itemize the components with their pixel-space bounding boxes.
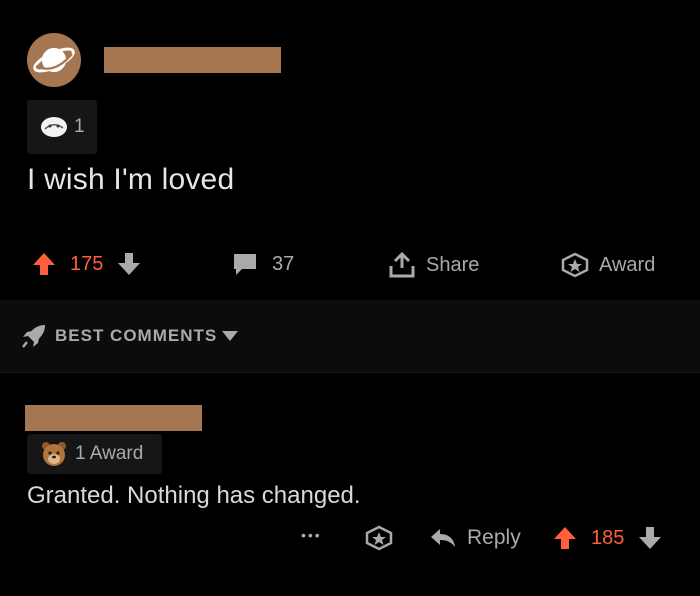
award-label: Award [599, 253, 656, 276]
reply-label: Reply [467, 526, 521, 549]
comment-bubble-icon [234, 254, 256, 275]
share-button[interactable]: Share [388, 252, 479, 278]
bear-award-icon [42, 442, 66, 466]
sort-label: BEST COMMENTS [55, 326, 218, 345]
post-title: I wish I'm loved [27, 163, 235, 196]
award-button[interactable]: Award [561, 252, 655, 278]
award-face-icon [41, 117, 67, 137]
post-upvote-count: 175 [70, 252, 104, 275]
reply-button[interactable]: Reply [429, 526, 521, 550]
chevron-down-icon [222, 331, 239, 341]
more-options-button[interactable]: ••• [301, 527, 322, 543]
planet-icon [27, 33, 81, 87]
rocket-icon [22, 325, 45, 348]
upvote-icon[interactable] [32, 252, 56, 276]
community-avatar[interactable] [27, 33, 81, 87]
upvote-icon[interactable] [553, 526, 577, 550]
comment-sort-bar[interactable]: BEST COMMENTS [0, 300, 700, 373]
comment-upvote-count: 185 [591, 526, 625, 549]
comment-count: 37 [272, 252, 295, 275]
post-award-count: 1 [74, 116, 85, 137]
comments-button[interactable]: 37 [232, 252, 294, 276]
redacted-username [104, 47, 281, 73]
downvote-icon[interactable] [638, 526, 662, 550]
share-label: Share [426, 253, 480, 276]
comment-vote-group: 185 [553, 526, 662, 550]
post-vote-group: 175 [32, 252, 141, 276]
post-award-badge[interactable]: 1 [27, 100, 97, 154]
more-dots-icon: ••• [301, 527, 322, 543]
post-card: 1 I wish I'm loved 175 37 Share Award [0, 0, 700, 300]
reply-arrow-icon [431, 529, 455, 547]
share-icon [389, 252, 415, 278]
comment-award-badge[interactable]: 1 Award [27, 434, 162, 474]
comment-award-label: 1 Award [75, 443, 144, 464]
comment-body: Granted. Nothing has changed. [27, 482, 361, 509]
award-icon [365, 525, 393, 551]
award-icon [561, 252, 589, 278]
downvote-icon[interactable] [117, 252, 141, 276]
comment-award-button[interactable] [365, 525, 393, 551]
redacted-comment-username [25, 405, 202, 431]
